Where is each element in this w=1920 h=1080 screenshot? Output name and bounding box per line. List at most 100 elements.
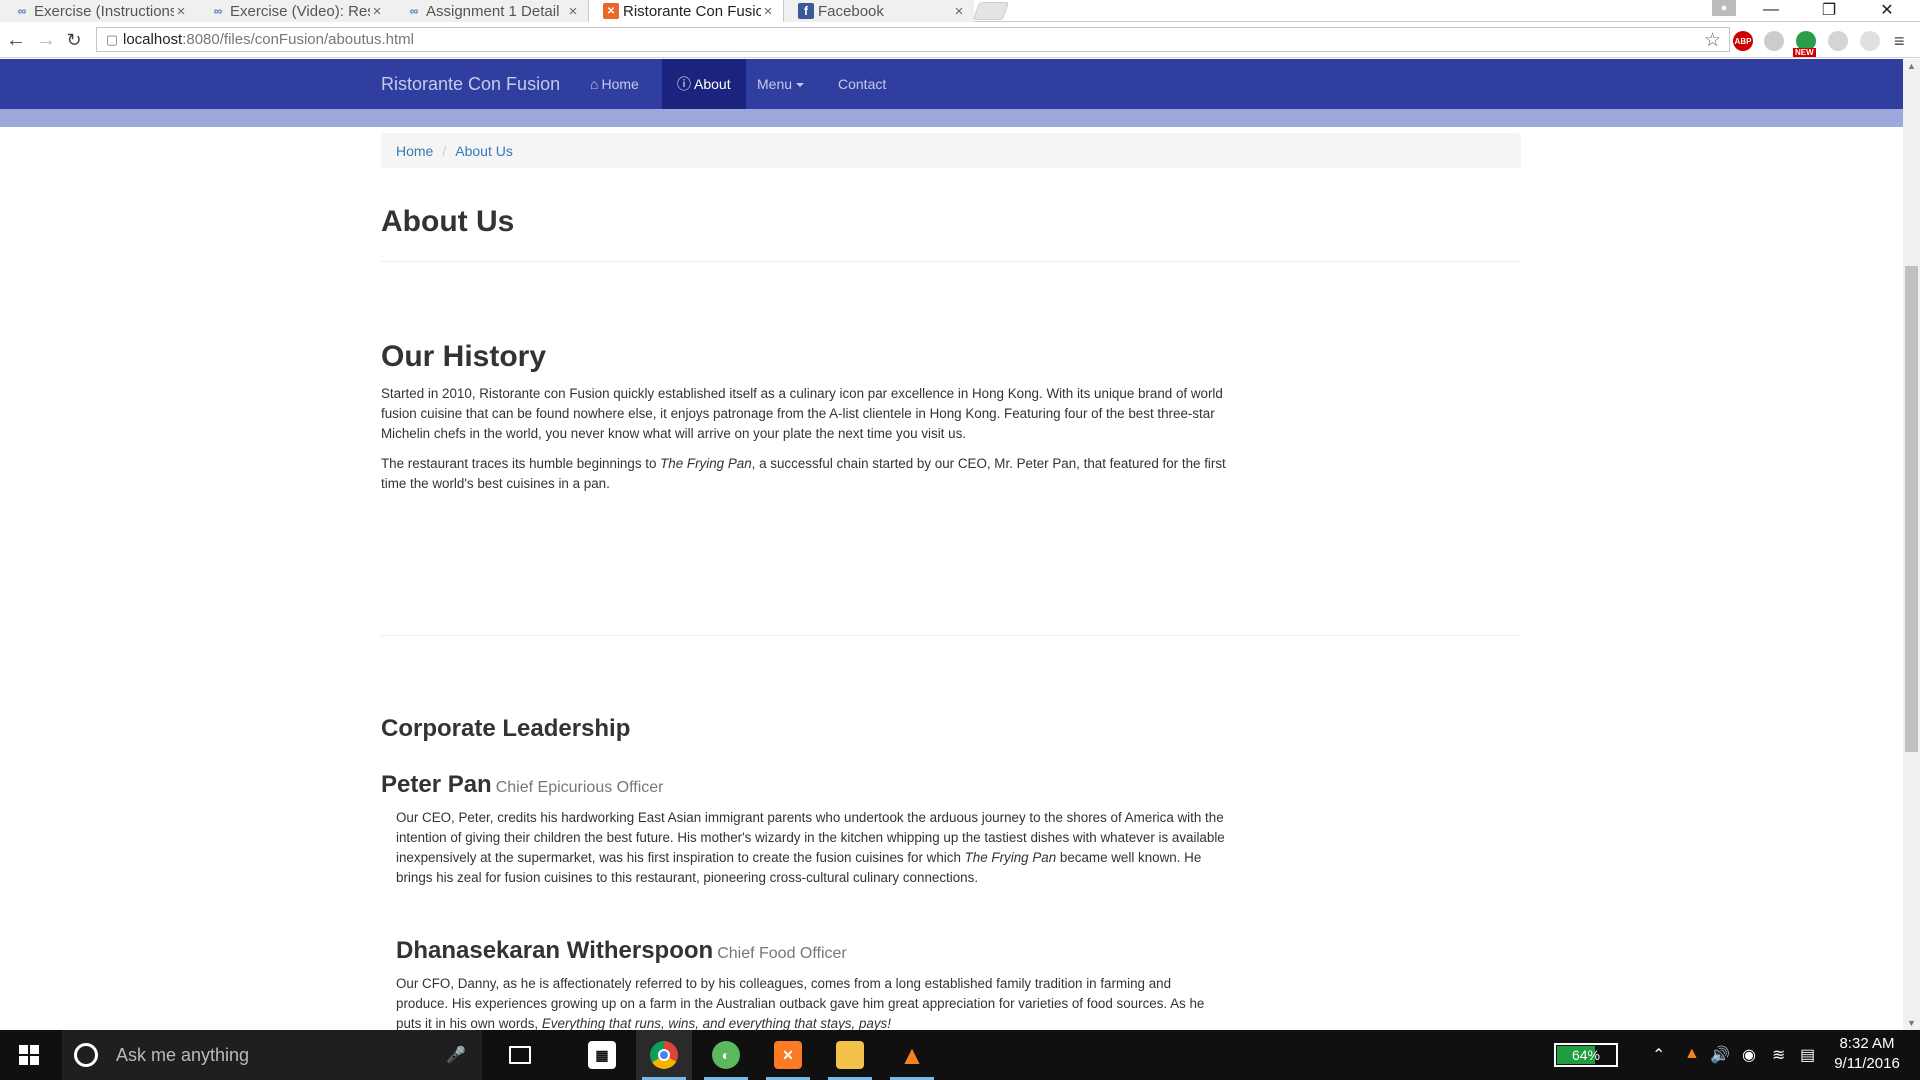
- breadcrumb: Home / About Us: [381, 133, 1521, 168]
- caret-down-icon: [796, 83, 805, 88]
- leader-bio: Our CEO, Peter, credits his hardworking …: [396, 808, 1226, 888]
- leader-heading: Dhanasekaran Witherspoon Chief Food Offic…: [396, 937, 847, 965]
- bookmark-star-icon[interactable]: ☆: [1704, 29, 1721, 52]
- close-tab-icon[interactable]: ×: [761, 3, 775, 20]
- scrollbar-thumb[interactable]: [1905, 266, 1918, 752]
- new-badge: NEW: [1793, 48, 1816, 57]
- url-path: :8080/files/conFusion/aboutus.html: [182, 31, 415, 48]
- breadcrumb-home[interactable]: Home: [396, 143, 433, 159]
- taskbar-vlc[interactable]: ▲: [884, 1030, 940, 1080]
- site-navbar: Ristorante Con Fusion ⌂ Home ⓘ About Menu …: [0, 59, 1903, 109]
- start-button[interactable]: [0, 1030, 58, 1080]
- chrome-menu-icon[interactable]: ≡: [1894, 31, 1905, 52]
- breadcrumb-about[interactable]: About Us: [455, 143, 513, 159]
- task-view-button[interactable]: [492, 1030, 548, 1080]
- tab-title: Exercise (Instructions: [34, 2, 174, 20]
- taskbar-clock[interactable]: 8:32 AM 9/11/2016: [1822, 1034, 1912, 1074]
- browser-tab-2[interactable]: ∞ Exercise (Video): Res ×: [196, 0, 392, 22]
- leader-bio-emphasis: The Frying Pan: [964, 850, 1057, 865]
- taskbar-xampp[interactable]: ✕: [760, 1030, 816, 1080]
- history-paragraph-1: Started in 2010, Ristorante con Fusion q…: [381, 386, 1223, 441]
- battery-indicator[interactable]: 64%: [1554, 1043, 1618, 1067]
- nav-about[interactable]: ⓘ About: [662, 59, 746, 109]
- nav-about-label: About: [694, 76, 731, 92]
- taskbar-app-green[interactable]: ◐: [698, 1030, 754, 1080]
- nav-contact[interactable]: Contact: [823, 59, 901, 109]
- leader-bio-emphasis: Everything that runs, wins, and everythi…: [541, 1016, 891, 1030]
- browser-tab-3[interactable]: ∞ Assignment 1 Detail ×: [392, 0, 588, 22]
- navbar-brand[interactable]: Ristorante Con Fusion: [381, 59, 560, 109]
- notifications-icon[interactable]: ▤: [1800, 1045, 1815, 1065]
- browser-toolbar: ← → ↻ ▢ localhost:8080/files/conFusion/a…: [0, 22, 1920, 58]
- app-icon: ◐: [712, 1041, 740, 1069]
- close-tab-icon[interactable]: ×: [370, 3, 384, 20]
- profile-icon[interactable]: ●: [1712, 0, 1736, 16]
- close-tab-icon[interactable]: ×: [174, 3, 188, 20]
- adblock-icon[interactable]: ABP: [1733, 31, 1753, 51]
- browser-tab-strip: ∞ Exercise (Instructions × ∞ Exercise (V…: [0, 0, 1920, 22]
- wifi-icon[interactable]: ≋: [1772, 1045, 1785, 1065]
- chevron-up-icon[interactable]: ⌃: [1652, 1045, 1665, 1065]
- history-text: The restaurant traces its humble beginni…: [381, 456, 661, 471]
- task-view-icon: [509, 1046, 531, 1064]
- page-viewport: Ristorante Con Fusion ⌂ Home ⓘ About Menu …: [0, 59, 1903, 1030]
- restore-icon[interactable]: ❐: [1806, 0, 1852, 20]
- settings-extension-icon[interactable]: [1860, 31, 1880, 51]
- microphone-icon[interactable]: 🎤: [446, 1045, 466, 1065]
- clock-time: 8:32 AM: [1839, 1035, 1895, 1052]
- close-tab-icon[interactable]: ×: [952, 3, 966, 20]
- cloud-extension-icon[interactable]: [1764, 31, 1784, 51]
- url-host: localhost: [123, 31, 183, 48]
- leader-name: Dhanasekaran Witherspoon: [396, 937, 714, 964]
- info-icon: ⓘ: [677, 76, 691, 92]
- xampp-icon: ✕: [774, 1041, 802, 1069]
- windows-taskbar: Ask me anything 🎤 ▦ ◐ ✕ ▲ 64% ⌃ ▲ 🔊 ◉ ≋ …: [0, 1030, 1920, 1080]
- extension-icon[interactable]: [1828, 31, 1848, 51]
- reload-icon[interactable]: ↻: [62, 28, 86, 52]
- taskbar-chrome[interactable]: [636, 1030, 692, 1080]
- nav-home-label: Home: [601, 76, 639, 92]
- chrome-icon: [650, 1041, 678, 1069]
- breadcrumb-separator: /: [442, 142, 447, 159]
- vlc-tray-icon[interactable]: ▲: [1684, 1045, 1700, 1063]
- page-title: About Us: [381, 205, 515, 238]
- clock-date: 9/11/2016: [1834, 1055, 1900, 1072]
- nav-menu[interactable]: Menu: [742, 59, 819, 109]
- divider: [381, 635, 1521, 636]
- coursera-icon: ∞: [409, 4, 419, 18]
- coursera-icon: ∞: [17, 4, 27, 18]
- new-tab-button[interactable]: [972, 2, 1010, 20]
- browser-tab-1[interactable]: ∞ Exercise (Instructions ×: [0, 0, 196, 22]
- tab-title: Assignment 1 Detail: [426, 2, 560, 20]
- tab-title: Facebook: [818, 2, 884, 20]
- page-scrollbar[interactable]: ▲ ▼: [1903, 59, 1920, 1030]
- volume-icon[interactable]: 🔊: [1710, 1045, 1730, 1065]
- cortana-search[interactable]: Ask me anything 🎤: [62, 1030, 482, 1080]
- leader-name: Peter Pan: [381, 771, 492, 798]
- browser-tab-5[interactable]: f Facebook ×: [784, 0, 974, 22]
- history-emphasis: The Frying Pan: [660, 456, 752, 471]
- nav-home[interactable]: ⌂ Home: [575, 59, 654, 109]
- leadership-title: Corporate Leadership: [381, 715, 631, 742]
- scroll-up-icon[interactable]: ▲: [1907, 61, 1916, 71]
- folder-icon: [836, 1041, 864, 1069]
- tab-title: Exercise (Video): Res: [230, 2, 370, 20]
- minimize-icon[interactable]: —: [1748, 0, 1794, 20]
- cortana-icon: [74, 1043, 98, 1067]
- scroll-down-icon[interactable]: ▼: [1907, 1018, 1916, 1028]
- search-placeholder: Ask me anything: [116, 1044, 250, 1065]
- back-icon[interactable]: ←: [4, 28, 28, 52]
- taskbar-file-explorer[interactable]: [822, 1030, 878, 1080]
- close-tab-icon[interactable]: ×: [566, 3, 580, 20]
- jumbotron-edge: [0, 109, 1903, 127]
- network-globe-icon[interactable]: ◉: [1742, 1045, 1756, 1065]
- leader-role: Chief Epicurious Officer: [495, 779, 664, 796]
- close-window-icon[interactable]: ✕: [1864, 0, 1910, 20]
- forward-icon[interactable]: →: [34, 28, 58, 52]
- taskbar-store[interactable]: ▦: [574, 1030, 630, 1080]
- xampp-icon: ✕: [603, 3, 619, 19]
- browser-tab-4[interactable]: ✕ Ristorante Con Fusio ×: [588, 0, 784, 22]
- address-bar[interactable]: ▢ localhost:8080/files/conFusion/aboutus…: [96, 27, 1730, 52]
- page-icon: ▢: [105, 31, 119, 47]
- leader-role: Chief Food Officer: [717, 945, 847, 962]
